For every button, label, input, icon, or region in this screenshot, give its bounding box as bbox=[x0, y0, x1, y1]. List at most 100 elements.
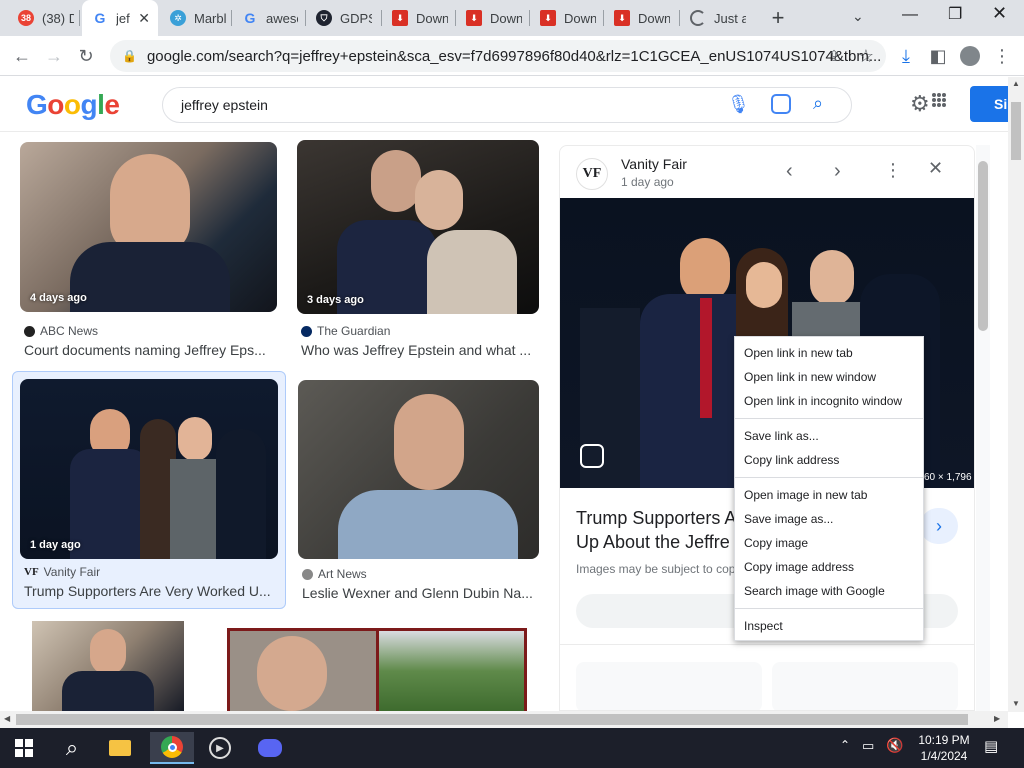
search-icon: ⌕ bbox=[65, 735, 79, 760]
preview-source[interactable]: Vanity Fair bbox=[621, 156, 687, 172]
menu-button[interactable]: ⋮ bbox=[988, 42, 1016, 70]
context-menu-item[interactable]: Search image with Google bbox=[735, 579, 923, 603]
scroll-thumb[interactable] bbox=[16, 714, 968, 725]
more-options-button[interactable]: ⋮ bbox=[884, 160, 902, 181]
visit-button[interactable]: › bbox=[920, 508, 958, 544]
network-icon[interactable]: ▭ bbox=[862, 738, 874, 754]
volume-muted-icon[interactable]: 🔇 bbox=[886, 737, 903, 754]
result-title[interactable]: Court documents naming Jeffrey Eps... bbox=[24, 342, 278, 358]
scroll-left-arrow-icon[interactable]: ◀ bbox=[4, 714, 10, 723]
search-input[interactable]: jeffrey epstein 🎙 ⌕ bbox=[162, 87, 852, 123]
tab-download-1[interactable]: ⬇ Downl bbox=[382, 0, 456, 36]
result-thumbnail[interactable] bbox=[32, 621, 184, 711]
context-menu-item[interactable]: Copy link address bbox=[735, 448, 923, 472]
result-thumbnail[interactable]: 3 days ago bbox=[297, 140, 539, 314]
tab-search-chevron-icon[interactable]: ⌄ bbox=[852, 8, 864, 25]
result-thumbnail[interactable]: 1 day ago bbox=[20, 379, 278, 559]
context-menu-item[interactable]: Save image as... bbox=[735, 507, 923, 531]
context-menu-item[interactable]: Copy image bbox=[735, 531, 923, 555]
close-tab-icon[interactable]: ✕ bbox=[138, 10, 150, 27]
notifications-icon[interactable]: ▤ bbox=[984, 737, 998, 755]
settings-gear-icon[interactable]: ⚙ bbox=[910, 91, 930, 117]
search-button[interactable]: ⌕ bbox=[52, 732, 92, 764]
new-tab-button[interactable]: + bbox=[766, 5, 790, 30]
browser-toolbar: ← → ↻ 🔒 google.com/search?q=jeffrey+epst… bbox=[0, 36, 1024, 76]
panel-scroll-thumb[interactable] bbox=[978, 161, 988, 331]
apps-grid-icon[interactable] bbox=[932, 93, 946, 107]
tab-gdps[interactable]: ⛉ GDPS bbox=[306, 0, 382, 36]
downloads-button[interactable]: ⤓ bbox=[892, 42, 920, 70]
file-explorer-button[interactable] bbox=[100, 732, 140, 764]
start-button[interactable] bbox=[4, 732, 44, 764]
context-menu-item[interactable]: Open image in new tab bbox=[735, 483, 923, 507]
tab-download-3[interactable]: ⬇ Downl bbox=[530, 0, 604, 36]
tab-awesome[interactable]: G aweso bbox=[232, 0, 306, 36]
related-image-placeholder[interactable] bbox=[576, 662, 762, 710]
forward-arrow-icon: → bbox=[45, 45, 63, 66]
context-menu-item[interactable]: Open link in incognito window bbox=[735, 389, 923, 413]
previous-image-button[interactable]: ‹ bbox=[786, 160, 793, 183]
context-menu-item[interactable]: Copy image address bbox=[735, 555, 923, 579]
address-url: google.com/search?q=jeffrey+epstein&sca_… bbox=[146, 47, 882, 65]
result-title[interactable]: Trump Supporters Are Very Worked U... bbox=[24, 583, 276, 599]
result-card-abc[interactable]: 4 days ago ABC News Court documents nami… bbox=[20, 140, 278, 360]
chevron-right-icon: › bbox=[936, 515, 942, 536]
page-horizontal-scrollbar[interactable]: ◀ ▶ bbox=[0, 711, 1008, 728]
preview-title[interactable]: Trump Supporters A Up About the Jeffre bbox=[576, 506, 736, 554]
google-header: Google jeffrey epstein 🎙 ⌕ ⚙ Si bbox=[0, 77, 1024, 132]
context-menu-item[interactable]: Save link as... bbox=[735, 424, 923, 448]
tray-chevron-up-icon[interactable]: ⌃ bbox=[840, 738, 850, 752]
google-logo[interactable]: Google bbox=[26, 89, 120, 121]
marble-icon: ✲ bbox=[170, 10, 186, 26]
lens-icon[interactable] bbox=[771, 94, 791, 114]
result-card-artnews[interactable]: Art News Leslie Wexner and Glenn Dubin N… bbox=[298, 380, 539, 608]
context-menu-item[interactable]: Open link in new tab bbox=[735, 341, 923, 365]
close-window-button[interactable]: ✕ bbox=[992, 3, 1007, 24]
restore-button[interactable]: ❐ bbox=[948, 4, 962, 24]
next-image-button[interactable]: › bbox=[834, 160, 841, 183]
result-title[interactable]: Who was Jeffrey Epstein and what ... bbox=[301, 342, 539, 358]
tab-download-4[interactable]: ⬇ Downl bbox=[604, 0, 680, 36]
windows-taskbar: ⌕ ▶ ⌃ ▭ 🔇 10:19 PM 1/4/2024 ▤ bbox=[0, 728, 1024, 768]
scroll-thumb[interactable] bbox=[1011, 102, 1021, 160]
result-card-vanity-fair-selected[interactable]: 1 day ago VF Vanity Fair Trump Supporters… bbox=[12, 371, 286, 609]
bookmark-button[interactable]: ☆ bbox=[852, 42, 880, 70]
tab-google-search-active[interactable]: G jef ✕ bbox=[82, 0, 158, 36]
reload-button[interactable]: ↻ bbox=[72, 42, 100, 70]
forward-button[interactable]: → bbox=[40, 42, 68, 70]
back-button[interactable]: ← bbox=[8, 42, 36, 70]
search-icon[interactable]: ⌕ bbox=[813, 93, 823, 114]
chrome-taskbar-button[interactable] bbox=[150, 732, 194, 764]
download-red-icon: ⬇ bbox=[466, 10, 482, 26]
context-menu-item[interactable]: Open link in new window bbox=[735, 365, 923, 389]
share-button[interactable]: ⇪ bbox=[820, 42, 848, 70]
scroll-up-arrow-icon[interactable]: ▲ bbox=[1012, 79, 1020, 88]
result-thumbnail[interactable] bbox=[227, 628, 527, 711]
side-panel-button[interactable]: ◧ bbox=[924, 42, 952, 70]
address-bar[interactable]: 🔒 google.com/search?q=jeffrey+epstein&sc… bbox=[110, 40, 886, 72]
result-thumbnail[interactable]: 4 days ago bbox=[20, 142, 277, 312]
divider bbox=[560, 644, 974, 645]
discord-button[interactable] bbox=[250, 732, 290, 764]
media-player-button[interactable]: ▶ bbox=[200, 732, 240, 764]
tab-download-2[interactable]: ⬇ Downl bbox=[456, 0, 530, 36]
clock[interactable]: 10:19 PM 1/4/2024 bbox=[914, 732, 974, 764]
result-card-guardian[interactable]: 3 days ago The Guardian Who was Jeffrey … bbox=[297, 140, 539, 360]
page-vertical-scrollbar[interactable]: ▲ ▼ bbox=[1008, 77, 1024, 712]
result-title[interactable]: Leslie Wexner and Glenn Dubin Na... bbox=[302, 585, 538, 601]
profile-button[interactable] bbox=[956, 42, 984, 70]
tab-marble[interactable]: ✲ Marbl bbox=[160, 0, 232, 36]
related-image-placeholder[interactable] bbox=[772, 662, 958, 710]
tab-youtube[interactable]: 38 (38) D bbox=[8, 0, 80, 36]
scroll-down-arrow-icon[interactable]: ▼ bbox=[1012, 699, 1020, 708]
panel-scrollbar[interactable] bbox=[976, 145, 990, 711]
context-menu: Open link in new tab Open link in new win… bbox=[734, 336, 924, 641]
lens-search-icon[interactable] bbox=[580, 444, 604, 468]
result-thumbnail[interactable] bbox=[298, 380, 539, 559]
tab-just-a-moment[interactable]: Just a bbox=[680, 0, 756, 36]
context-menu-item[interactable]: Inspect bbox=[735, 614, 923, 638]
close-preview-button[interactable]: ✕ bbox=[928, 158, 943, 179]
mic-icon[interactable]: 🎙 bbox=[727, 94, 750, 115]
minimize-button[interactable]: — bbox=[902, 6, 918, 24]
scroll-right-arrow-icon[interactable]: ▶ bbox=[994, 714, 1000, 723]
